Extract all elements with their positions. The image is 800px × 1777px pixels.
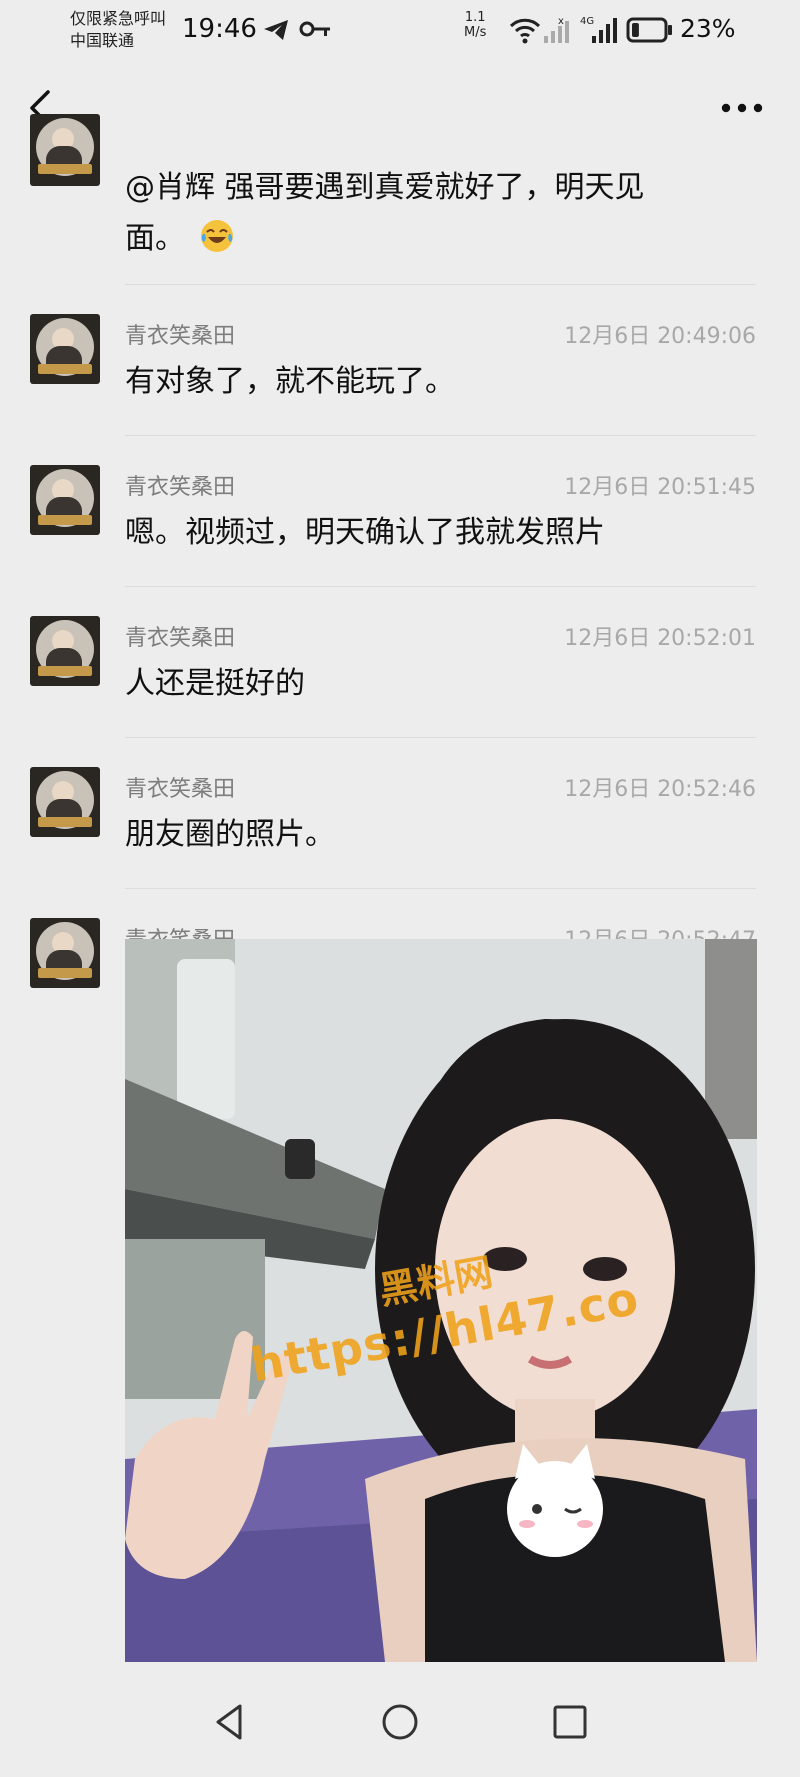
comment-text-cont: 面。 [125,213,235,257]
divider [125,284,756,285]
commenter-name[interactable]: 青衣笑桑田 [125,318,235,350]
comment-text: 有对象了，就不能玩了。 [125,364,455,399]
avatar[interactable] [30,767,100,837]
svg-text:x: x [558,16,564,27]
telegram-icon [264,20,288,40]
comment-text: 朋友圈的照片。 [125,817,335,852]
triangle-back-icon[interactable] [206,1698,254,1746]
speed-unit: M/s [464,25,487,40]
status-bar: 仅限紧急呼叫 中国联通 19:46 1.1 M/s x 4G 23% [0,0,800,62]
status-time: 19:46 [182,14,257,44]
comment-timestamp: 12月6日 20:52:01 [564,626,756,651]
signal-sim2-icon: 4G [580,16,617,43]
divider [125,888,756,889]
comment-timestamp: 12月6日 20:52:46 [564,777,756,802]
laughing-crying-emoji [200,220,233,252]
square-recents-icon[interactable] [546,1698,594,1746]
battery-percentage: 23% [680,14,736,43]
comment-text: 人还是挺好的 [125,666,305,701]
key-icon [299,21,330,37]
battery-icon [626,17,672,43]
system-nav-bar [0,1668,800,1777]
comment-timestamp: 12月6日 20:49:06 [564,324,756,349]
avatar[interactable] [30,918,100,988]
comment-text: @肖辉 强哥要遇到真爱就好了，明天见 [125,170,645,205]
avatar[interactable] [30,314,100,384]
divider [125,586,756,587]
carrier-name: 中国联通 [70,31,135,50]
commenter-name[interactable]: 青衣笑桑田 [125,620,235,652]
carrier-emergency-text: 仅限紧急呼叫 [70,9,167,28]
more-dots-icon[interactable] [712,88,772,128]
signal-sim1-icon: x [544,16,569,43]
circle-home-icon[interactable] [376,1698,424,1746]
avatar[interactable] [30,114,100,186]
comment-timestamp: 12月6日 20:51:45 [564,475,756,500]
divider [125,737,756,738]
avatar[interactable] [30,465,100,535]
commenter-name[interactable]: 青衣笑桑田 [125,469,235,501]
network-speed: 1.1 M/s [464,10,486,40]
carrier-info: 仅限紧急呼叫 中国联通 [70,8,166,52]
speed-value: 1.1 [464,10,486,25]
comment-text: 嗯。视频过，明天确认了我就发照片 [125,515,605,550]
wifi-icon [509,18,541,44]
divider [125,435,756,436]
commenter-name[interactable]: 青衣笑桑田 [125,771,235,803]
comment-text-line2: 面。 [125,221,185,256]
avatar[interactable] [30,616,100,686]
network-type: 4G [580,16,594,27]
top-nav-bar [0,62,800,152]
